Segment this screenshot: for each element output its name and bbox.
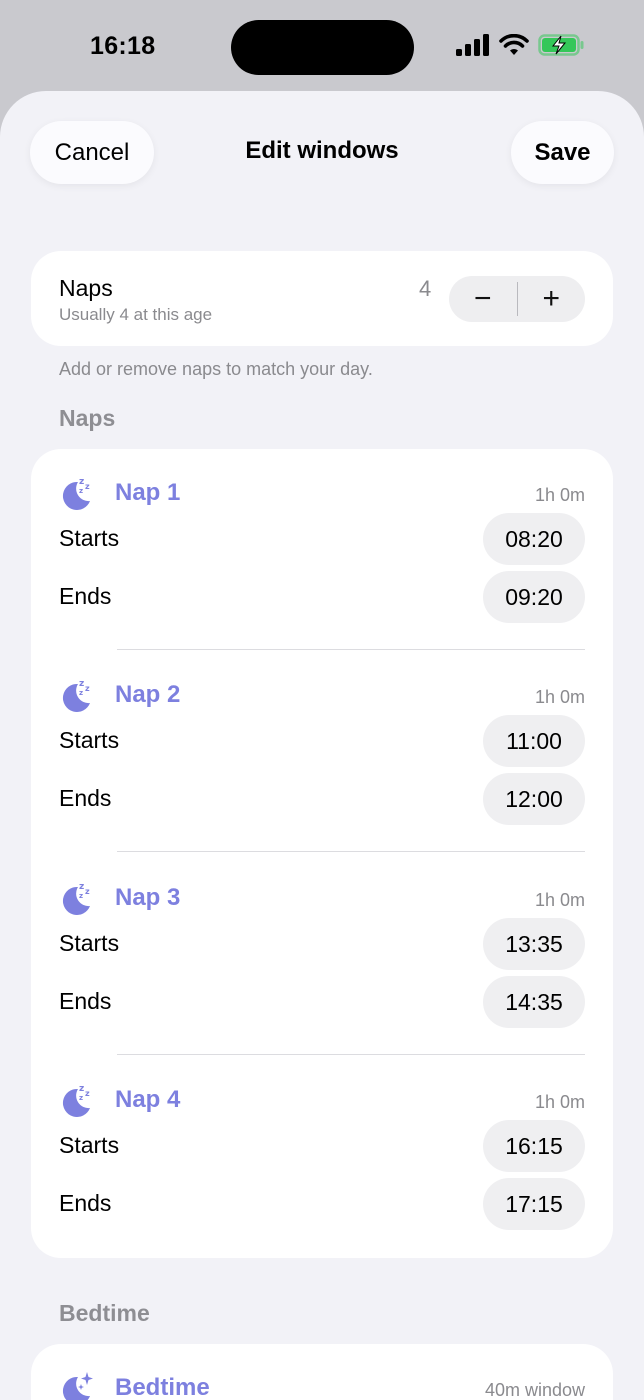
bedtime-section-label: Bedtime [59,1300,150,1326]
nap-header: z z z Nap 2 [59,677,180,713]
nap-duration: 1h 0m [534,890,585,910]
naps-section-label: Naps [59,405,116,431]
status-time: 16:18 [90,32,156,60]
dynamic-island [231,20,414,75]
start-time-picker[interactable]: 11:00 [483,715,585,767]
svg-text:z: z [79,487,83,495]
end-time-picker[interactable]: 14:35 [483,976,585,1028]
nap-title: Nap 1 [115,479,181,506]
start-time-picker[interactable]: 13:35 [483,918,585,970]
status-bar: 16:18 [0,0,644,92]
battery-charging-icon [538,34,584,56]
svg-text:z: z [79,477,84,487]
nap-header: z z z Nap 1 [59,475,180,511]
svg-text:z: z [79,689,83,697]
end-time-picker[interactable]: 17:15 [483,1178,585,1230]
nap-duration: 1h 0m [534,687,585,707]
moon-zzz-icon: z z z [62,679,90,712]
start-time-picker[interactable]: 16:15 [483,1120,585,1172]
wifi-icon [499,34,529,55]
svg-text:z: z [79,892,83,900]
ends-label: Ends [59,583,112,609]
increment-button[interactable]: + [518,276,586,322]
status-icons [456,34,586,56]
nap-count-subtitle: Usually 4 at this age [59,305,213,324]
nap-count-hint: Add or remove naps to match your day. [59,359,373,379]
nap-item: z z z Nap 2 1h 0m Starts 11:00 Ends 12:0… [31,651,613,854]
nap-item: z z z Nap 1 1h 0m Starts 08:20 Ends 09:2… [31,449,613,652]
starts-label: Starts [59,727,120,753]
nap-count-title: Naps [59,275,113,301]
svg-text:z: z [85,887,90,896]
moon-zzz-icon: z z z [62,1084,90,1117]
nap-header: z z z Nap 4 [59,1082,180,1118]
svg-text:z: z [85,1089,90,1098]
decrement-button[interactable]: − [449,276,517,322]
divider [117,1054,585,1055]
nap-duration: 1h 0m [534,1092,585,1112]
nap-item: z z z Nap 3 1h 0m Starts 13:35 Ends 14:3… [31,854,613,1057]
nap-title: Nap 4 [115,1086,181,1113]
nap-count-stepper[interactable]: − + [449,276,585,322]
naps-card: z z z Nap 1 1h 0m Starts 08:20 Ends 09:2… [31,449,613,1258]
save-button[interactable]: Save [511,121,614,184]
svg-text:z: z [79,1094,83,1102]
nap-item: z z z Nap 4 1h 0m Starts 16:15 Ends 17:1… [31,1056,613,1259]
svg-text:z: z [79,882,84,892]
start-time-picker[interactable]: 08:20 [483,513,585,565]
bedtime-window: 40m window [484,1380,585,1400]
nap-title: Nap 3 [115,884,181,911]
svg-text:z: z [79,1084,84,1094]
end-time-picker[interactable]: 12:00 [483,773,585,825]
nap-duration: 1h 0m [534,485,585,505]
moon-zzz-icon: z z z [62,477,90,510]
divider [117,649,585,650]
ends-label: Ends [59,988,112,1014]
edit-windows-sheet: Cancel Edit windows Save Naps Usually 4 … [0,91,644,1400]
svg-text:z: z [85,482,90,491]
divider [117,851,585,852]
svg-text:z: z [79,679,84,689]
ends-label: Ends [59,1190,112,1216]
ends-label: Ends [59,785,112,811]
nap-header: z z z Nap 3 [59,880,180,916]
end-time-picker[interactable]: 09:20 [483,571,585,623]
starts-label: Starts [59,1132,120,1158]
cellular-signal-icon [456,34,489,56]
svg-text:z: z [85,684,90,693]
bedtime-header: Bedtime [59,1370,210,1400]
starts-label: Starts [59,930,120,956]
moon-zzz-icon: z z z [62,882,90,915]
bedtime-card: Bedtime 40m window [31,1344,613,1400]
nap-count-value: 4 [419,276,432,301]
bedtime-title: Bedtime [115,1374,210,1400]
nap-count-card: Naps Usually 4 at this age 4 − + [31,251,613,346]
nap-title: Nap 2 [115,681,181,708]
starts-label: Starts [59,525,120,551]
moon-stars-icon [63,1372,93,1400]
